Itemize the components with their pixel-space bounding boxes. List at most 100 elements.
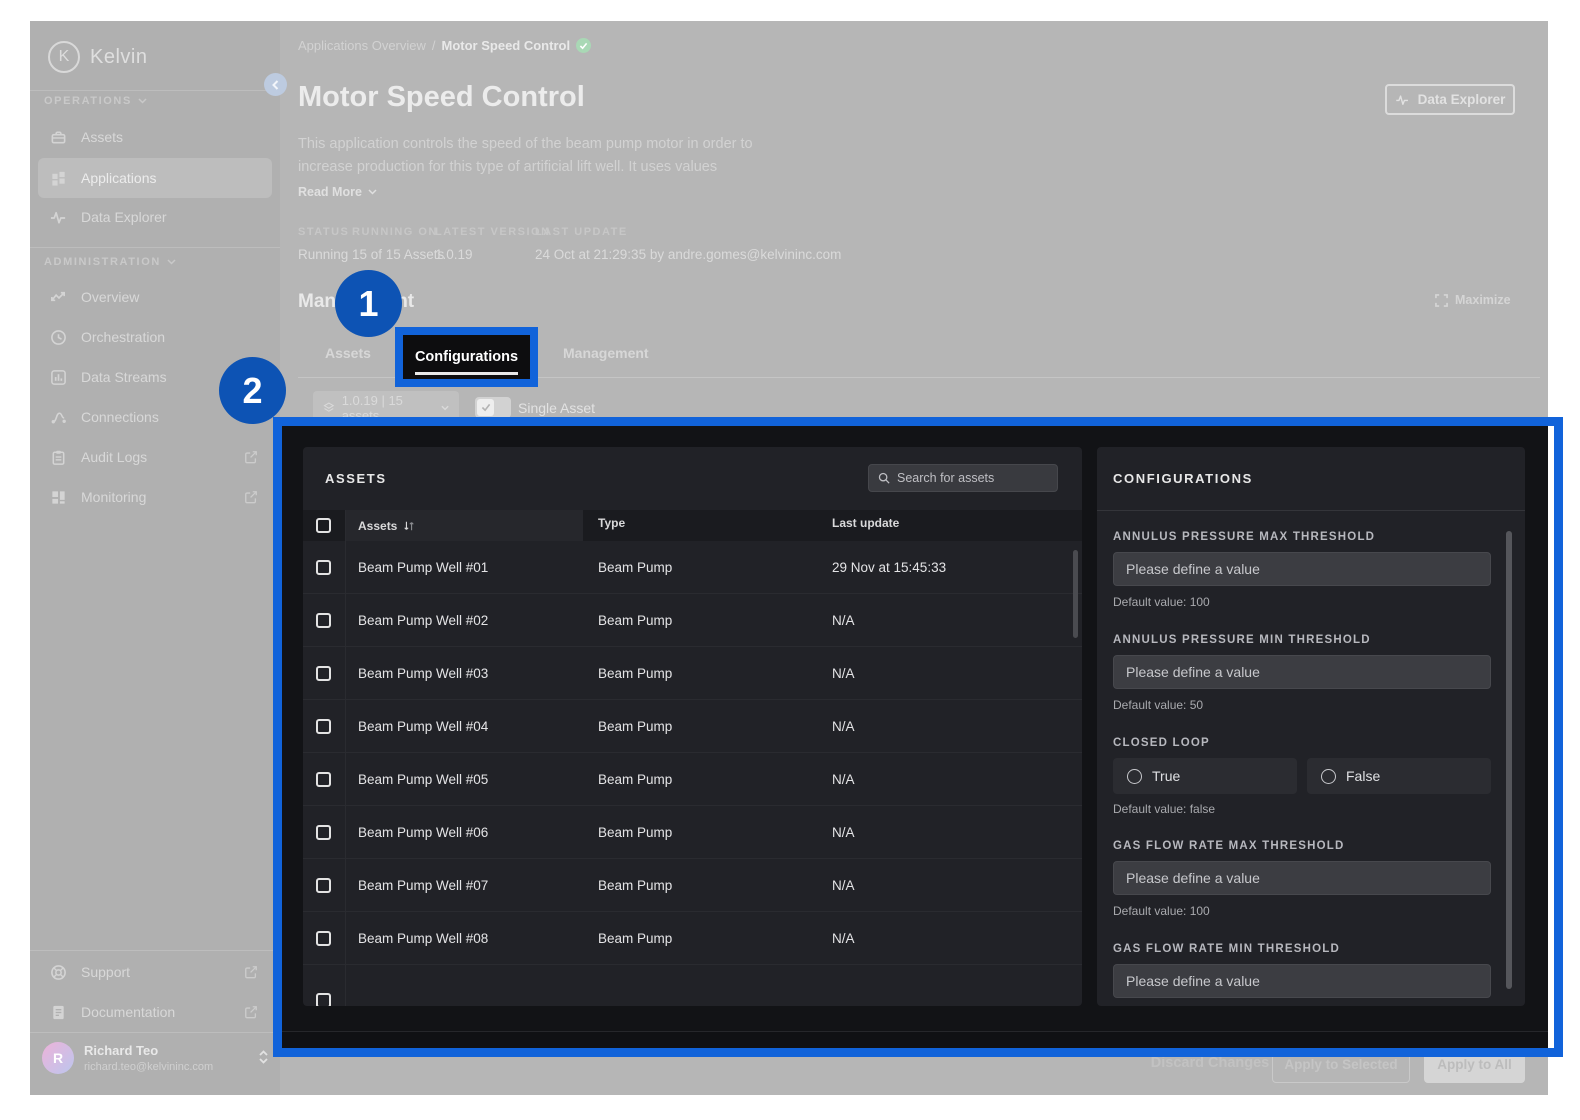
chevron-down-icon [167,259,176,265]
row-checkbox[interactable] [316,772,331,787]
tab-management[interactable]: Management [563,345,649,361]
table-row[interactable]: Beam Pump Well #08 Beam Pump N/A [303,912,1082,965]
sidebar-item-support[interactable]: Support [38,952,272,992]
sidebar-item-orchestration[interactable]: Orchestration [38,317,272,357]
sort-icons [404,521,415,530]
row-checkbox[interactable] [316,825,331,840]
status-label: STATUS [298,226,350,238]
radio-option-true[interactable]: True [1113,758,1297,794]
read-more-label: Read More [298,185,362,199]
asset-type: Beam Pump [598,772,673,787]
closed-loop-radio-group: True False [1113,758,1491,794]
search-input[interactable]: Search for assets [868,464,1058,492]
sidebar-section-operations[interactable]: OPERATIONS [44,95,147,107]
latest-version-label: LATEST VERSION [435,226,551,238]
asset-name: Beam Pump Well #08 [358,931,489,946]
column-header-assets[interactable]: Assets [345,510,583,541]
sidebar-item-overview[interactable]: Overview [38,277,272,317]
asset-last-update: N/A [832,719,855,734]
version-dropdown[interactable]: 1.0.19 | 15 assets [313,391,459,424]
gas-flow-max-input[interactable]: Please define a value [1113,861,1491,895]
apply-to-all-button[interactable]: Apply to All [1424,1046,1525,1083]
description-line: increase production for this type of art… [298,159,718,175]
field-label: ANNULUS PRESSURE MIN THRESHOLD [1113,634,1371,646]
row-checkbox[interactable] [316,993,331,1006]
status-check-icon [576,38,592,53]
sidebar-section-administration[interactable]: ADMINISTRATION [44,256,176,268]
apply-to-selected-button[interactable]: Apply to Selected [1272,1046,1410,1083]
asset-last-update: 29 Nov at 15:45:33 [832,560,947,575]
running-on-label: RUNNING ON [352,226,438,238]
radio-label: False [1346,768,1381,784]
row-checkbox[interactable] [316,613,331,628]
section-label-text: ADMINISTRATION [44,256,161,268]
column-header-last-update[interactable]: Last update [832,516,899,530]
table-row[interactable]: Beam Pump Well #03 Beam Pump N/A [303,647,1082,700]
column-header-type[interactable]: Type [598,516,625,530]
row-checkbox[interactable] [316,719,331,734]
active-tab-underline [415,372,518,375]
asset-last-update: N/A [832,666,855,681]
table-row[interactable]: Beam Pump Well #05 Beam Pump N/A [303,753,1082,806]
tab-assets[interactable]: Assets [325,345,371,361]
row-checkbox[interactable] [316,878,331,893]
single-asset-toggle[interactable] [475,397,511,418]
input-placeholder: Please define a value [1126,870,1260,886]
row-checkbox[interactable] [316,666,331,681]
table-row[interactable]: Beam Pump Well #07 Beam Pump N/A [303,859,1082,912]
search-placeholder: Search for assets [897,471,995,485]
breadcrumb-separator: / [431,38,436,53]
sidebar-item-applications[interactable]: Applications [38,158,272,198]
config-field-annulus-pressure-min: ANNULUS PRESSURE MIN THRESHOLD Please de… [1113,634,1491,712]
user-name: Richard Teo [84,1043,159,1058]
input-placeholder: Please define a value [1126,664,1260,680]
divider [30,90,280,91]
gas-flow-min-input[interactable]: Please define a value [1113,964,1491,998]
asset-type: Beam Pump [598,931,673,946]
discard-changes-button[interactable]: Discard Changes [1135,1055,1285,1077]
table-row[interactable]: Beam Pump Well #04 Beam Pump N/A [303,700,1082,753]
annotation-step-2: 2 [219,357,286,424]
sidebar-item-assets[interactable]: Assets [38,117,272,157]
radio-icon [1127,768,1142,784]
avatar: R [42,1042,74,1074]
table-row-partial[interactable] [303,965,1082,1006]
description-line: This application controls the speed of t… [298,136,753,152]
table-row[interactable]: Beam Pump Well #02 Beam Pump N/A [303,594,1082,647]
table-scrollbar[interactable] [1073,550,1078,638]
radio-option-false[interactable]: False [1307,758,1491,794]
annulus-pressure-max-input[interactable]: Please define a value [1113,552,1491,586]
breadcrumb-parent[interactable]: Applications Overview [298,38,426,53]
sidebar-item-label: Audit Logs [81,449,148,465]
kelvin-logo-text: Kelvin [90,45,148,68]
layers-icon [323,402,335,412]
external-link-icon [244,1005,258,1019]
annulus-pressure-min-input[interactable]: Please define a value [1113,655,1491,689]
section-label-text: OPERATIONS [44,95,132,107]
read-more-link[interactable]: Read More [298,185,377,199]
field-default-value: Default value: false [1113,802,1216,816]
row-checkbox[interactable] [316,931,331,946]
sidebar-item-label: Monitoring [81,489,147,505]
table-row[interactable]: Beam Pump Well #06 Beam Pump N/A [303,806,1082,859]
tab-configurations[interactable]: Configurations [403,335,530,379]
sidebar-item-monitoring[interactable]: Monitoring [38,477,272,517]
document-icon [50,1004,67,1021]
search-icon [878,472,890,484]
sidebar-item-audit-logs[interactable]: Audit Logs [38,437,272,477]
sidebar-item-label: Data Streams [81,369,167,385]
asset-type: Beam Pump [598,666,673,681]
user-menu[interactable]: R Richard Teo richard.teo@kelvininc.com [30,1033,280,1095]
maximize-button[interactable]: Maximize [1435,293,1511,307]
table-row[interactable]: Beam Pump Well #01 Beam Pump 29 Nov at 15:… [303,541,1082,594]
configurations-panel-title: CONFIGURATIONS [1113,471,1253,486]
config-scrollbar[interactable] [1506,531,1512,989]
sidebar-item-label: Documentation [81,1004,176,1020]
version-dropdown-value: 1.0.19 | 15 assets [341,392,403,423]
data-explorer-button[interactable]: Data Explorer [1385,84,1515,115]
sidebar-item-documentation[interactable]: Documentation [38,992,272,1032]
sidebar-item-data-explorer[interactable]: Data Explorer [38,197,272,237]
select-all-checkbox[interactable] [316,518,331,533]
sidebar-collapse-button[interactable] [264,73,287,96]
row-checkbox[interactable] [316,560,331,575]
